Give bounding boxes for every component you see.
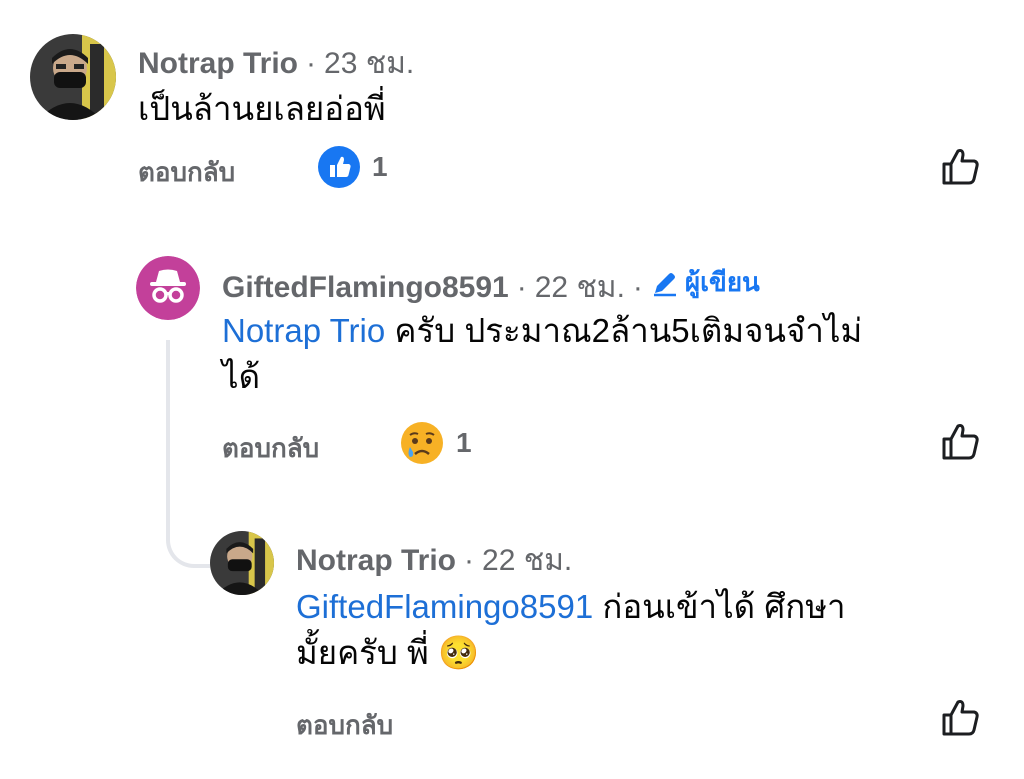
- reaction-count: 1: [372, 151, 388, 182]
- thread-connector: [166, 340, 210, 568]
- comment-text: GiftedFlamingo8591 ก่อนเข้าได้ ศึกษา มั้…: [296, 584, 976, 676]
- author-name[interactable]: GiftedFlamingo8591: [222, 271, 509, 305]
- like-button[interactable]: [940, 421, 982, 463]
- like-reaction-icon: [318, 146, 360, 188]
- incognito-avatar-icon: [136, 256, 200, 320]
- meta-separator: ·: [306, 47, 317, 80]
- pencil-icon: [653, 272, 676, 296]
- avatar[interactable]: [210, 531, 274, 595]
- reply-button[interactable]: ตอบกลับ: [296, 705, 393, 746]
- reply-button[interactable]: ตอบกลับ: [138, 152, 235, 193]
- mention-link[interactable]: Notrap Trio: [222, 312, 385, 349]
- comment-text: เป็นล้านยเลยอ่อพี่: [138, 90, 386, 127]
- comment-meta: Notrap Trio · 22 ชม.: [296, 537, 572, 584]
- reaction-summary[interactable]: 1: [318, 146, 388, 188]
- thumbs-up-outline-icon: [942, 149, 979, 185]
- mention-link[interactable]: GiftedFlamingo8591: [296, 588, 593, 625]
- reaction-count: 1: [456, 427, 472, 458]
- pleading-face-emoji: 🥺: [437, 634, 480, 672]
- author-badge: ผู้เขียน: [651, 262, 760, 303]
- comment-text-line2: ได้: [222, 358, 261, 396]
- reaction-summary[interactable]: 1: [400, 421, 472, 465]
- comment-time[interactable]: 22 ชม.: [482, 537, 572, 584]
- comment-text-line1: ครับ ประมาณ2ล้าน5เติมจนจำไม่: [385, 312, 863, 349]
- meta-separator: ·: [516, 270, 527, 304]
- thumbs-up-outline-icon: [942, 700, 979, 736]
- meta-separator: ·: [632, 270, 643, 304]
- comment-text-line1: ก่อนเข้าได้ ศึกษา: [593, 588, 846, 625]
- like-button[interactable]: [940, 697, 982, 739]
- user-photo-icon: [30, 34, 116, 120]
- sad-reaction-icon: [401, 422, 443, 464]
- author-name[interactable]: Notrap Trio: [296, 544, 456, 578]
- author-name[interactable]: Notrap Trio: [138, 47, 298, 81]
- comment-thread: Notrap Trio · 23 ชม. เป็นล้านยเลยอ่อพี่ …: [0, 0, 1024, 779]
- comment-text-line2: มั้ยครับ พี่: [296, 634, 438, 672]
- comment-time[interactable]: 23 ชม.: [324, 40, 414, 87]
- avatar[interactable]: [136, 256, 200, 320]
- comment-text: Notrap Trio ครับ ประมาณ2ล้าน5เติมจนจำไม่…: [222, 308, 982, 400]
- reply-button[interactable]: ตอบกลับ: [222, 428, 319, 469]
- comment-time[interactable]: 22 ชม.: [535, 264, 625, 311]
- user-photo-icon: [210, 531, 274, 595]
- avatar[interactable]: [30, 34, 116, 120]
- meta-separator: ·: [464, 544, 475, 577]
- comment-meta: Notrap Trio · 23 ชม.: [138, 40, 414, 87]
- comment-meta: GiftedFlamingo8591 · 22 ชม. · ผู้เขียน: [222, 262, 760, 311]
- thumbs-up-outline-icon: [942, 424, 979, 460]
- author-badge-label: ผู้เขียน: [684, 267, 760, 297]
- like-button[interactable]: [940, 146, 982, 188]
